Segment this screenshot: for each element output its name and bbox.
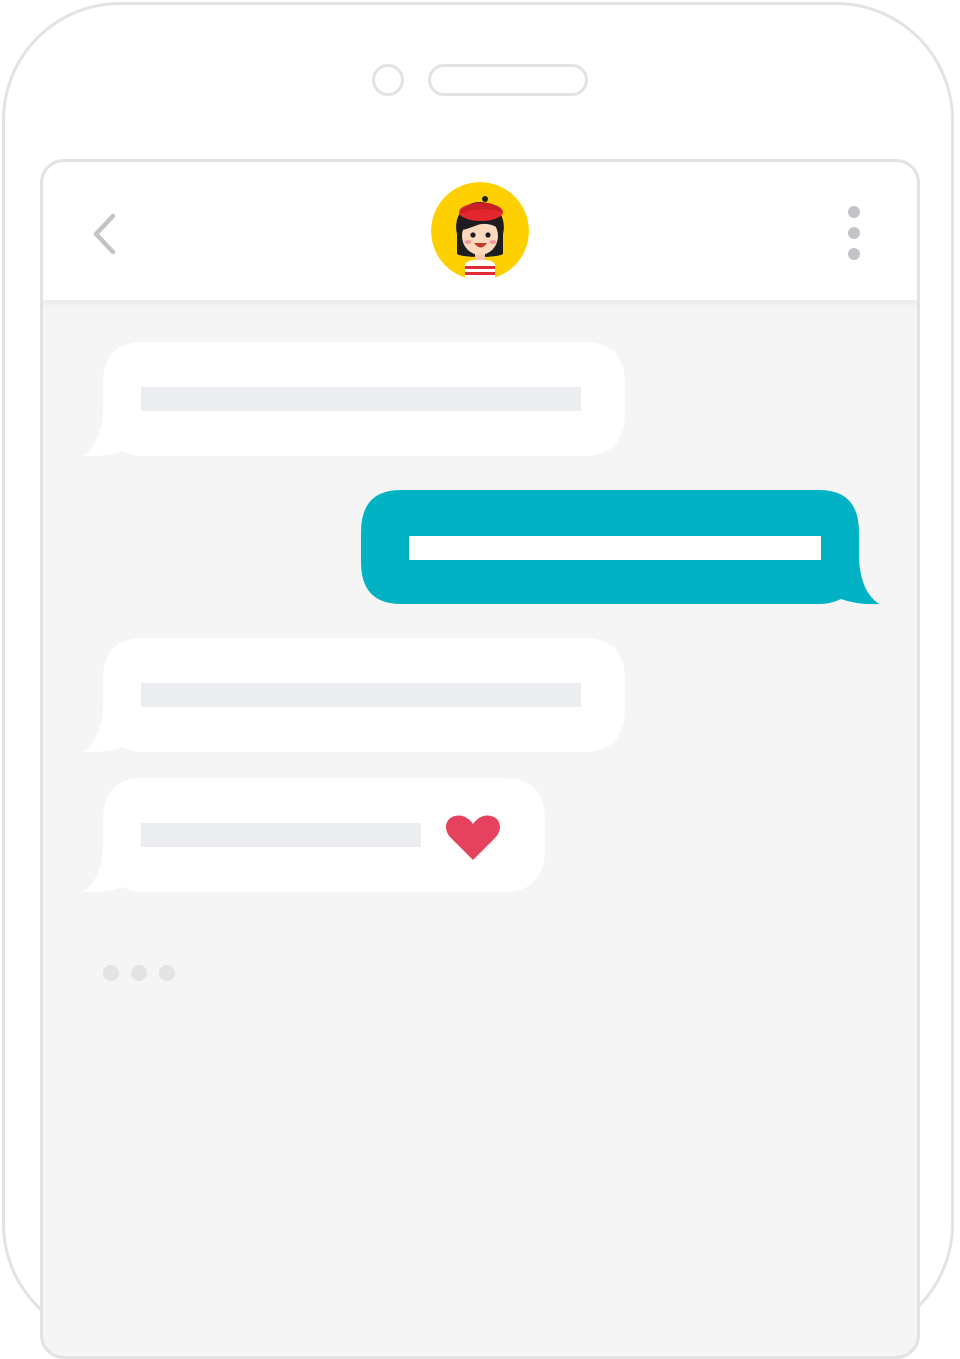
- contact-avatar[interactable]: [431, 182, 529, 280]
- phone-mockup: [0, 0, 960, 1359]
- chevron-left-icon: [93, 213, 116, 255]
- more-options-button[interactable]: [839, 202, 869, 266]
- message-text-placeholder: [141, 387, 581, 411]
- incoming-message-bubble[interactable]: [81, 636, 631, 758]
- message-text-placeholder: [141, 683, 581, 707]
- phone-camera: [372, 64, 404, 96]
- message-text-placeholder: [409, 536, 821, 560]
- message-text-placeholder: [141, 823, 421, 847]
- chat-screen: [40, 159, 920, 1359]
- typing-dot: [159, 965, 175, 981]
- incoming-message-bubble[interactable]: [81, 776, 551, 898]
- typing-dot: [103, 965, 119, 981]
- typing-dot: [131, 965, 147, 981]
- phone-speaker: [428, 64, 588, 96]
- chat-header: [43, 162, 917, 302]
- girl-avatar-icon: [431, 182, 529, 280]
- typing-indicator: [103, 962, 183, 984]
- incoming-message-bubble[interactable]: [81, 340, 631, 462]
- outgoing-message-bubble[interactable]: [359, 488, 883, 610]
- vertical-dots-icon: [848, 206, 860, 260]
- back-button[interactable]: [83, 204, 127, 264]
